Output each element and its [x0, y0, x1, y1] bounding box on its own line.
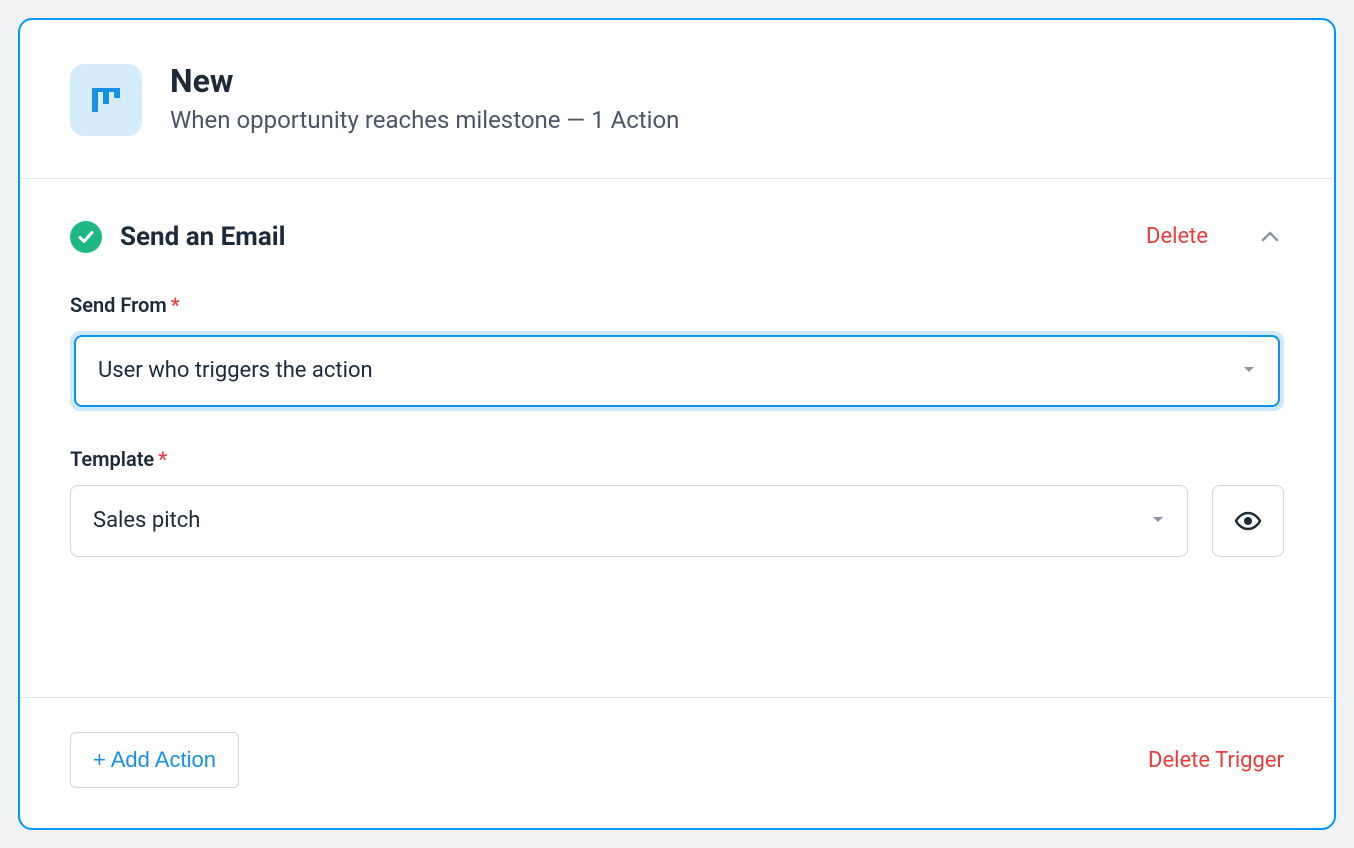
send-from-label: Send From*	[70, 293, 1284, 317]
caret-down-icon	[1242, 361, 1256, 380]
template-label-text: Template	[70, 447, 154, 471]
delete-trigger-button[interactable]: Delete Trigger	[1148, 748, 1284, 773]
send-from-value: User who triggers the action	[98, 358, 373, 383]
action-header: Send an Email Delete	[70, 221, 1284, 253]
action-title: Send an Email	[120, 222, 1128, 252]
trigger-title: New	[170, 62, 679, 100]
collapse-button[interactable]	[1256, 223, 1284, 251]
send-from-select[interactable]: User who triggers the action	[74, 335, 1280, 407]
template-label: Template*	[70, 447, 1284, 471]
send-from-label-text: Send From	[70, 293, 167, 317]
template-field: Template* Sales pitch	[70, 447, 1284, 557]
eye-icon	[1234, 507, 1262, 535]
send-from-field: Send From* User who triggers the action	[70, 293, 1284, 411]
template-value: Sales pitch	[93, 508, 200, 533]
check-circle-icon	[70, 221, 102, 253]
add-action-button[interactable]: + Add Action	[70, 732, 239, 788]
trigger-card: New When opportunity reaches milestone —…	[18, 18, 1336, 830]
required-asterisk: *	[171, 293, 180, 317]
header-text: New When opportunity reaches milestone —…	[170, 62, 679, 138]
required-asterisk: *	[158, 447, 167, 471]
delete-action-button[interactable]: Delete	[1146, 224, 1208, 249]
send-from-select-focus-ring: User who triggers the action	[70, 331, 1284, 411]
chevron-up-icon	[1259, 226, 1281, 248]
card-header: New When opportunity reaches milestone —…	[20, 20, 1334, 179]
action-block: Send an Email Delete Send From* User who…	[20, 179, 1334, 698]
template-row: Sales pitch	[70, 485, 1284, 557]
template-select[interactable]: Sales pitch	[70, 485, 1188, 557]
milestone-icon	[70, 64, 142, 136]
preview-template-button[interactable]	[1212, 485, 1284, 557]
trigger-subtitle: When opportunity reaches milestone — 1 A…	[170, 104, 679, 138]
card-footer: + Add Action Delete Trigger	[20, 698, 1334, 828]
caret-down-icon	[1151, 511, 1165, 530]
